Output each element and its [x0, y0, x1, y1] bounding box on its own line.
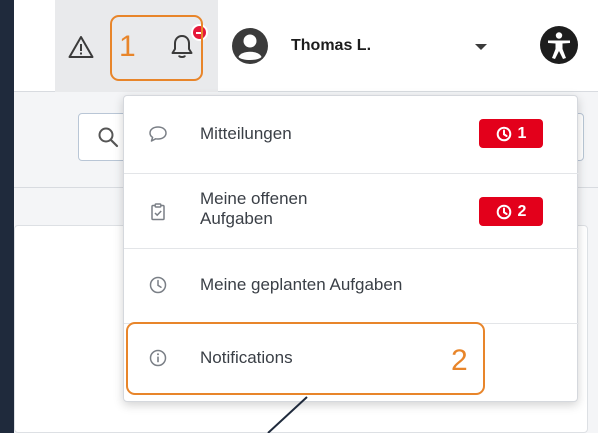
clock-icon: [496, 204, 511, 219]
notifications-dropdown: Mitteilungen 1 Meine offenen Aufgaben 2: [123, 95, 579, 402]
notification-count-badge: [191, 24, 208, 41]
top-bar: Thomas L.: [14, 0, 598, 92]
menu-item-label: Notifications: [200, 348, 293, 367]
clock-icon: [496, 126, 511, 141]
menu-item-notifications[interactable]: Notifications: [124, 330, 579, 386]
menu-separator: [124, 323, 579, 324]
chat-bubble-icon: [148, 124, 168, 144]
user-name[interactable]: Thomas L.: [291, 37, 371, 55]
badge-count: 2: [517, 202, 527, 220]
menu-separator: [124, 173, 579, 174]
app-window: Thomas L. Mitteilungen 1 Meine offenen A…: [14, 0, 598, 433]
clock-icon: [148, 275, 168, 295]
annotation-number-1: 1: [119, 30, 136, 63]
badge-count: 1: [517, 124, 527, 142]
accessibility-icon[interactable]: [539, 25, 579, 65]
caret-down-icon[interactable]: [472, 38, 490, 56]
warning-icon[interactable]: [64, 30, 98, 64]
annotation-number-2: 2: [451, 344, 468, 377]
menu-item-label: Mitteilungen: [200, 124, 292, 143]
clipboard-check-icon: [148, 202, 168, 222]
menu-item-label-line1: Meine offenen: [200, 189, 308, 208]
menu-item-label-line2: Aufgaben: [200, 209, 273, 228]
overdue-count-badge: 2: [479, 197, 543, 226]
menu-item-mitteilungen[interactable]: Mitteilungen 1: [124, 112, 579, 156]
overdue-count-badge: 1: [479, 119, 543, 148]
menu-item-label: Meine geplanten Aufgaben: [200, 275, 403, 294]
menu-separator: [124, 248, 579, 249]
user-avatar-icon[interactable]: [231, 27, 269, 65]
search-icon[interactable]: [97, 126, 119, 148]
info-icon: [148, 348, 168, 368]
menu-item-meine-offenen-aufgaben[interactable]: Meine offenen Aufgaben 2: [124, 180, 579, 244]
menu-item-meine-geplanten-aufgaben[interactable]: Meine geplanten Aufgaben: [124, 253, 579, 317]
